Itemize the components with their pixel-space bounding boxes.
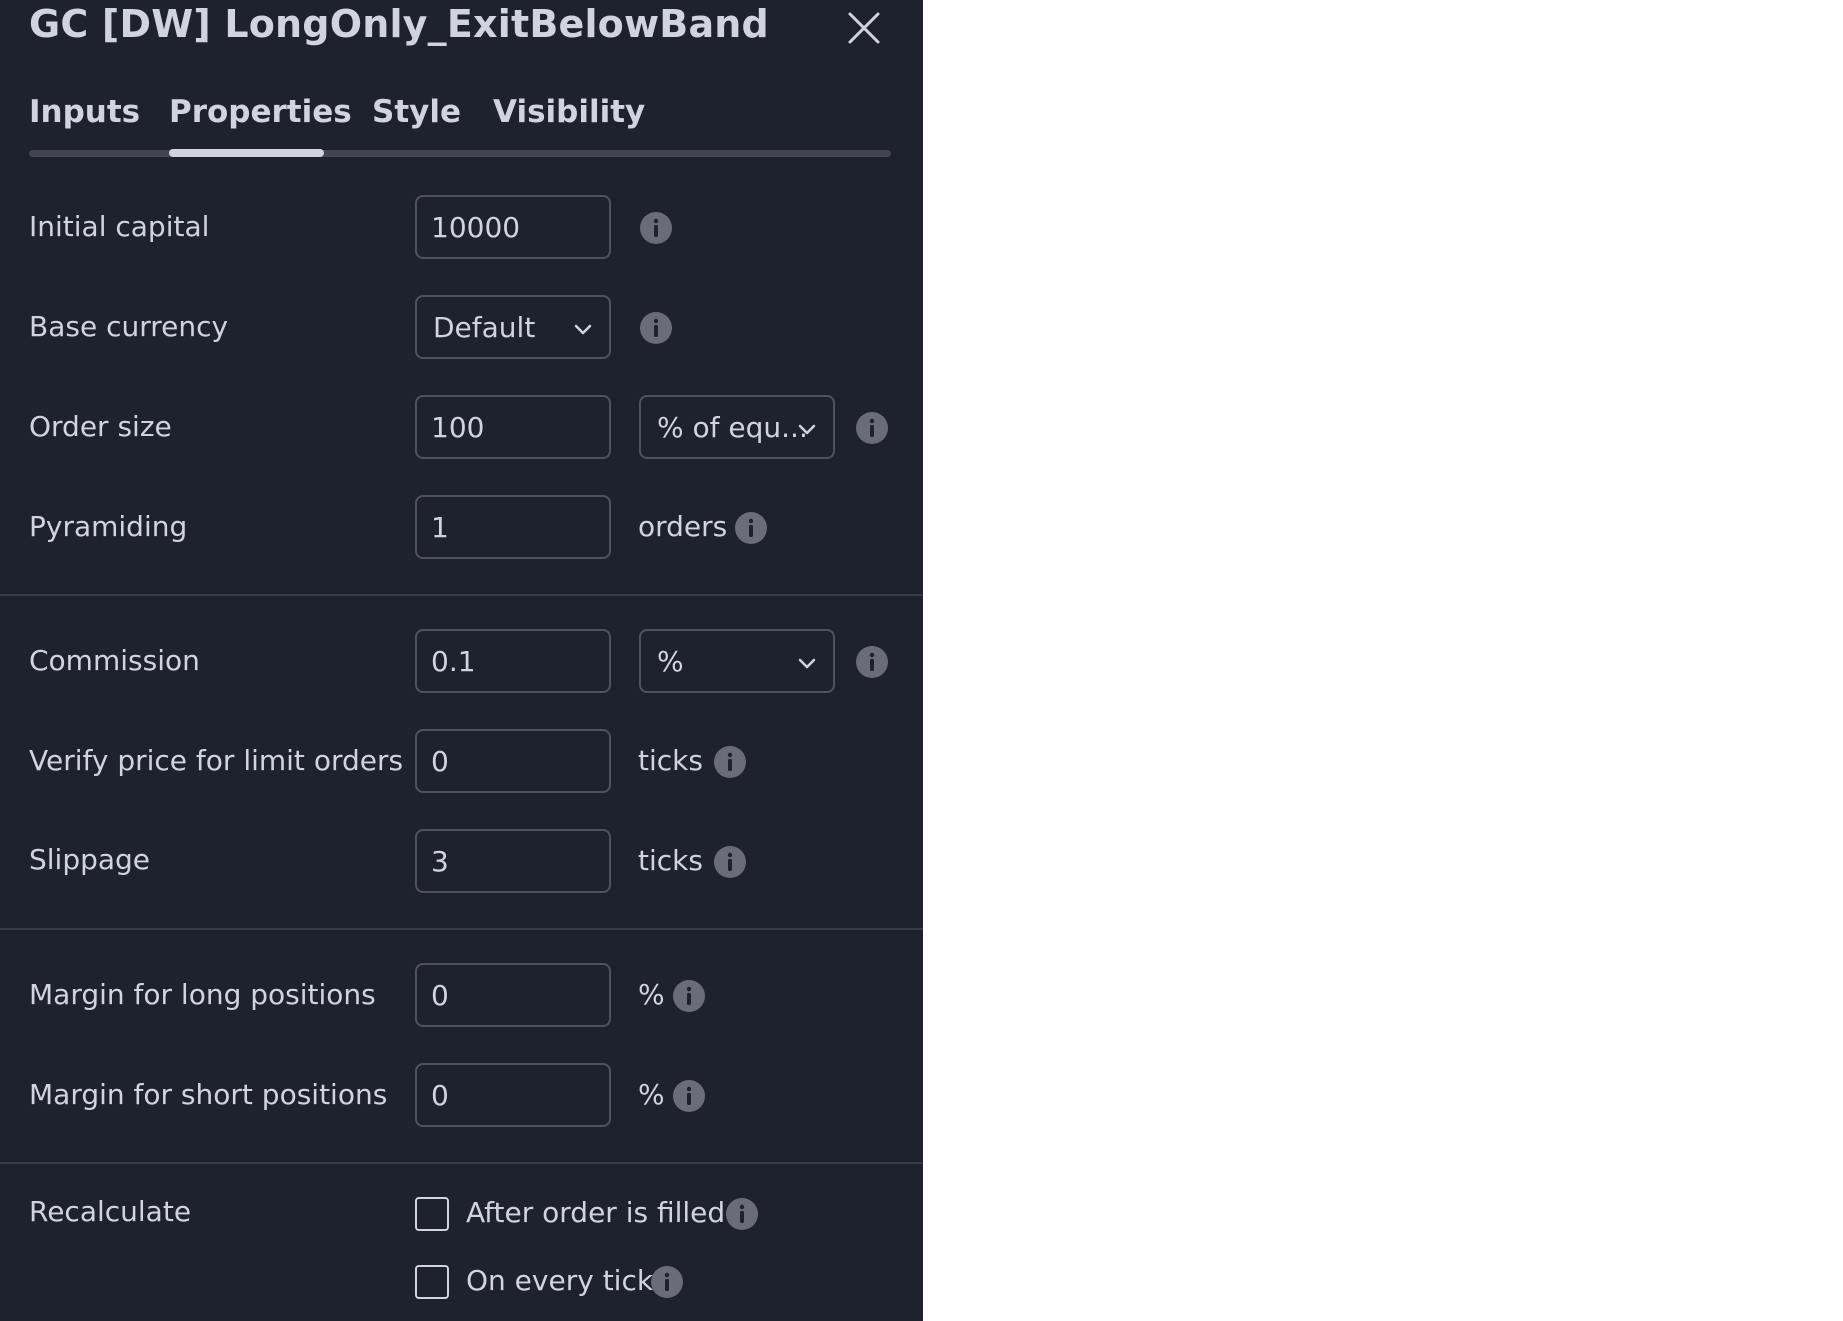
base-currency-select[interactable]: Default xyxy=(415,295,611,359)
close-button[interactable] xyxy=(844,8,884,48)
margin-short-unit: % xyxy=(638,1078,665,1111)
pyramiding-label: Pyramiding xyxy=(29,510,188,543)
pyramiding-input[interactable] xyxy=(415,495,611,559)
base-currency-value: Default xyxy=(433,311,536,344)
commission-unit-select[interactable]: % xyxy=(639,629,835,693)
on-every-tick-label[interactable]: On every tick xyxy=(466,1264,653,1297)
margin-long-info-button[interactable] xyxy=(673,980,705,1012)
order-size-unit-value: % of equ... xyxy=(657,411,808,444)
commission-label: Commission xyxy=(29,644,200,677)
verify-price-info-button[interactable] xyxy=(714,746,746,778)
verify-price-label: Verify price for limit orders xyxy=(29,744,404,777)
initial-capital-label: Initial capital xyxy=(29,210,210,243)
margin-short-input[interactable] xyxy=(415,1063,611,1127)
section-divider xyxy=(0,594,923,596)
section-divider xyxy=(0,928,923,930)
verify-price-unit: ticks xyxy=(638,744,703,777)
info-icon xyxy=(651,1266,683,1298)
chevron-down-icon xyxy=(798,658,816,669)
on-every-tick-info-button[interactable] xyxy=(651,1266,683,1298)
recalculate-label: Recalculate xyxy=(29,1195,192,1228)
margin-short-label: Margin for short positions xyxy=(29,1078,388,1111)
tab-properties[interactable]: Properties xyxy=(169,94,352,130)
base-currency-info-button[interactable] xyxy=(640,312,672,344)
pyramiding-unit: orders xyxy=(638,510,728,543)
dialog-title: GC [DW] LongOnly_ExitBelowBand xyxy=(29,2,769,46)
info-icon xyxy=(640,312,672,344)
tab-inputs[interactable]: Inputs xyxy=(29,94,140,130)
close-icon xyxy=(848,12,880,44)
info-icon xyxy=(673,980,705,1012)
tab-bar: Inputs Properties Style Visibility xyxy=(29,94,891,158)
slippage-input[interactable] xyxy=(415,829,611,893)
tab-track xyxy=(29,150,891,157)
verify-price-input[interactable] xyxy=(415,729,611,793)
strategy-settings-dialog: GC [DW] LongOnly_ExitBelowBand Inputs Pr… xyxy=(0,0,923,1321)
base-currency-label: Base currency xyxy=(29,310,229,343)
info-icon xyxy=(714,846,746,878)
info-icon xyxy=(726,1198,758,1230)
tab-style[interactable]: Style xyxy=(372,94,461,130)
section-divider xyxy=(0,1162,923,1164)
slippage-unit: ticks xyxy=(638,844,703,877)
chevron-down-icon xyxy=(574,324,592,335)
commission-info-button[interactable] xyxy=(856,646,888,678)
margin-long-input[interactable] xyxy=(415,963,611,1027)
info-icon xyxy=(673,1080,705,1112)
initial-capital-info-button[interactable] xyxy=(640,212,672,244)
info-icon xyxy=(856,412,888,444)
chevron-down-icon xyxy=(798,424,816,435)
margin-long-unit: % xyxy=(638,978,665,1011)
slippage-label: Slippage xyxy=(29,843,151,876)
commission-input[interactable] xyxy=(415,629,611,693)
margin-long-label: Margin for long positions xyxy=(29,978,376,1011)
info-icon xyxy=(640,212,672,244)
info-icon xyxy=(856,646,888,678)
active-tab-indicator xyxy=(169,149,324,157)
order-size-input[interactable] xyxy=(415,395,611,459)
margin-short-info-button[interactable] xyxy=(673,1080,705,1112)
initial-capital-input[interactable] xyxy=(415,195,611,259)
slippage-info-button[interactable] xyxy=(714,846,746,878)
after-order-filled-info-button[interactable] xyxy=(726,1198,758,1230)
after-order-filled-label[interactable]: After order is filled xyxy=(466,1196,725,1229)
commission-unit-value: % xyxy=(657,645,684,678)
order-size-info-button[interactable] xyxy=(856,412,888,444)
order-size-unit-select[interactable]: % of equ... xyxy=(639,395,835,459)
pyramiding-info-button[interactable] xyxy=(735,512,767,544)
info-icon xyxy=(714,746,746,778)
order-size-label: Order size xyxy=(29,410,172,443)
tab-visibility[interactable]: Visibility xyxy=(493,94,645,130)
after-order-filled-checkbox[interactable] xyxy=(415,1197,449,1231)
on-every-tick-checkbox[interactable] xyxy=(415,1265,449,1299)
info-icon xyxy=(735,512,767,544)
